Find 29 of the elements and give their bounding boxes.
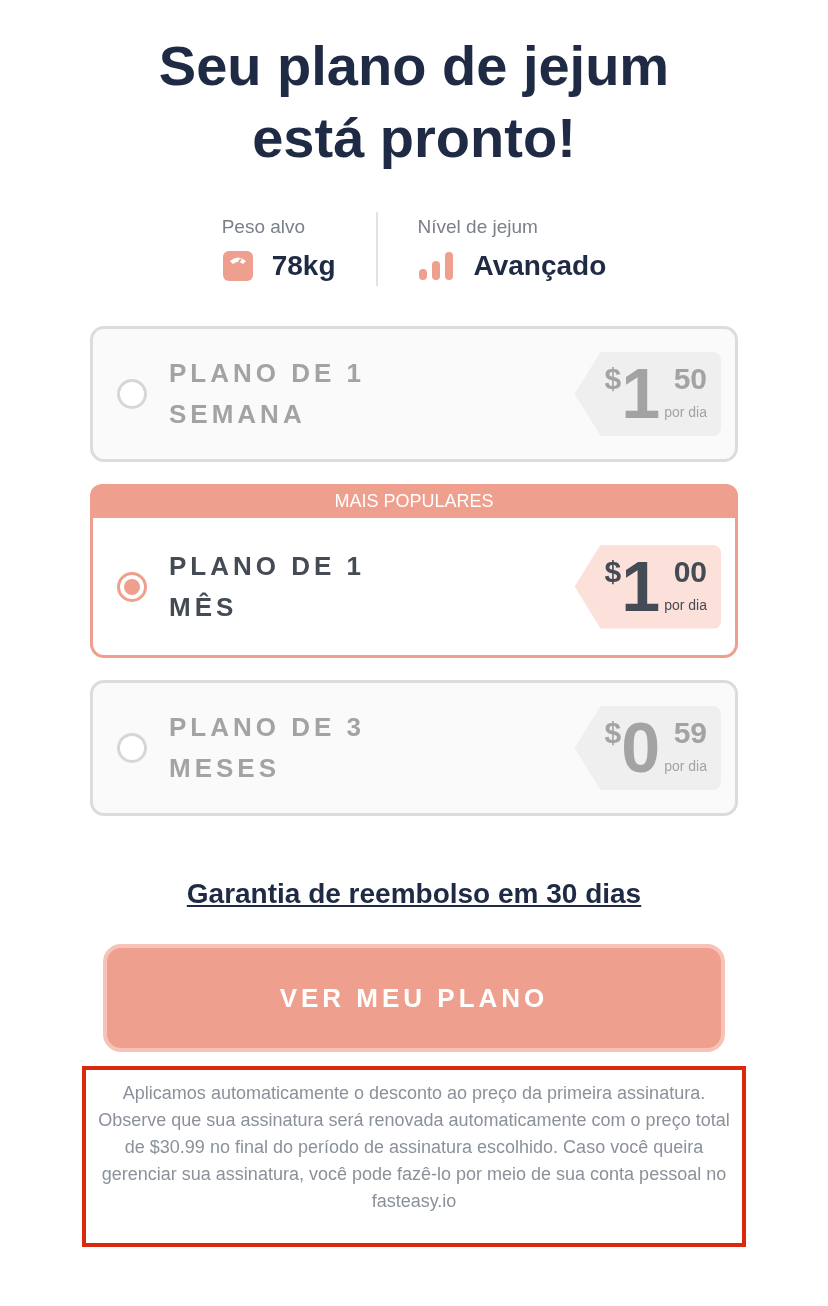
price-whole: 1 bbox=[621, 356, 661, 432]
stat-value: 78kg bbox=[271, 250, 336, 282]
disclaimer-text: Aplicamos automaticamente o desconto ao preço da primeira assinatura. Observe que sua assinatura será renovada automaticamente com o preço total de $30.99 no final do período de assinatura escolhido. Caso você queira gerenciar sua assinatura, você pode fazê-lo por meio de sua conta pessoal no fasteasy.io bbox=[82, 1066, 746, 1247]
radio-button[interactable] bbox=[117, 571, 147, 602]
price-cents: 00 bbox=[673, 554, 707, 589]
plan-name: PLANO DE 1 SEMANA bbox=[169, 357, 367, 431]
guarantee-link[interactable]: Garantia de reembolso em 30 dias bbox=[186, 878, 642, 910]
price-unit: por dia bbox=[664, 404, 707, 420]
plan-name: PLANO DE 1 MÊS bbox=[169, 549, 367, 624]
scale-icon bbox=[221, 250, 254, 282]
price-unit: por dia bbox=[664, 758, 707, 774]
price-whole: 1 bbox=[621, 548, 661, 625]
see-plan-button[interactable]: VER MEU PLANO bbox=[103, 944, 725, 1052]
price-cents: 59 bbox=[673, 716, 707, 750]
radio-button[interactable] bbox=[117, 733, 147, 763]
page-title: Seu plano de jejum está pronto! bbox=[157, 33, 671, 171]
currency-symbol: $ bbox=[604, 716, 622, 749]
stat-label: Nível de jejum bbox=[417, 216, 539, 238]
stat-label: Peso alvo bbox=[221, 216, 307, 238]
plan-name: PLANO DE 3 MESES bbox=[169, 711, 367, 785]
radio-button[interactable] bbox=[117, 379, 147, 409]
popular-badge: MAIS POPULARES bbox=[90, 484, 738, 518]
signal-bars-icon bbox=[417, 251, 456, 281]
currency-symbol: $ bbox=[604, 362, 622, 395]
currency-symbol: $ bbox=[604, 554, 622, 588]
price-unit: por dia bbox=[664, 596, 707, 613]
price-cents: 50 bbox=[673, 362, 707, 396]
stat-value: Avançado bbox=[473, 250, 607, 282]
price-whole: 0 bbox=[621, 710, 661, 786]
